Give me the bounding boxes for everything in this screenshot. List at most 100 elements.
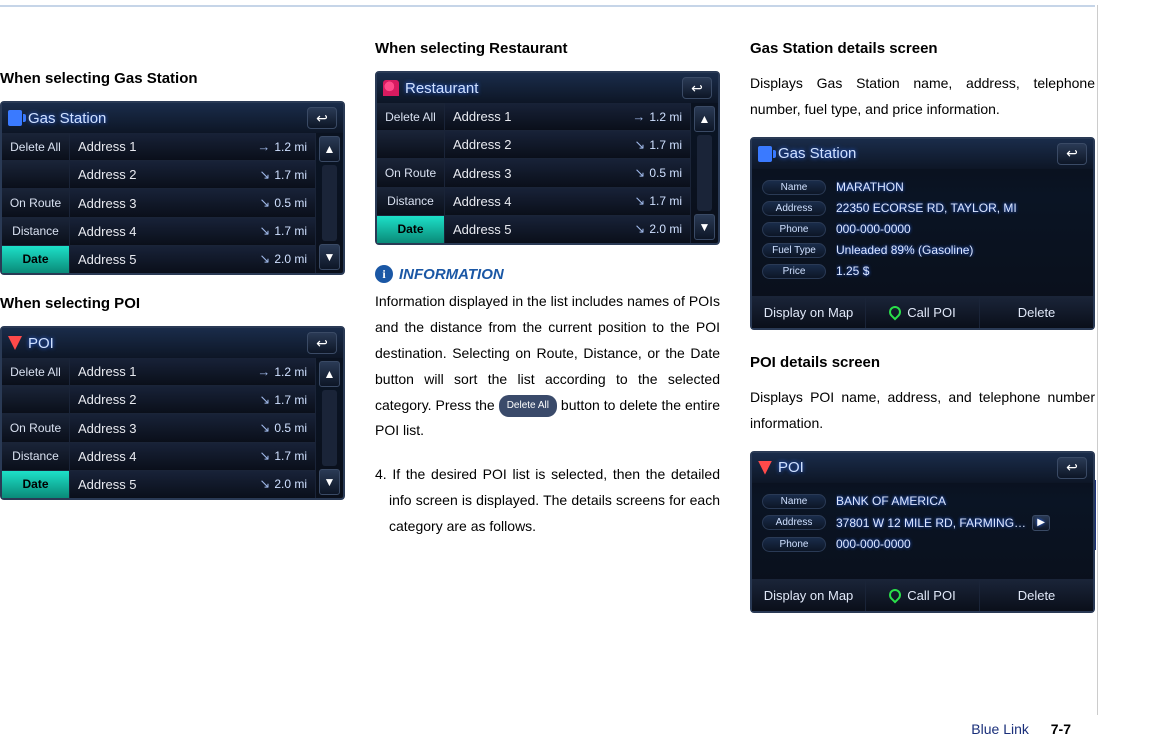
field-label: Price [762,264,826,279]
direction-arrow-icon: ↘ [259,476,270,492]
scroll-down-button[interactable]: ▼ [319,469,340,495]
list-item[interactable]: Address 2↘1.7 mi [70,161,315,189]
sort-button-distance[interactable]: Distance [377,188,444,216]
list-item[interactable]: Address 1→1.2 mi [70,133,315,161]
detail-field: NameMARATHON [762,177,1083,198]
action-call-poi[interactable]: Call POI [866,297,980,328]
direction-arrow-icon: → [257,139,270,154]
field-label: Address [762,201,826,216]
field-value: 22350 ECORSE RD, TAYLOR, MI [836,201,1017,215]
list-item-distance: ↘1.7 mi [259,223,307,239]
list-item[interactable]: Address 3↘0.5 mi [70,414,315,442]
sort-button-delete-all[interactable]: Delete All [2,133,69,161]
field-value: BANK OF AMERICA [836,494,946,508]
scroll-up-button[interactable]: ▲ [694,106,715,132]
detail-field: Address 22350 ECORSE RD, TAYLOR, MI [762,198,1083,219]
sort-button-blank [377,131,444,159]
gas-icon [8,110,22,126]
list-item[interactable]: Address 5 ↘2.0 mi [445,216,690,243]
detail-field: Phone 000-000-0000 [762,534,1083,555]
list-item[interactable]: Address 2↘1.7 mi [70,386,315,414]
list-item-distance: ↘2.0 mi [634,221,682,237]
list-item-distance: ↘1.7 mi [259,448,307,464]
delete-all-pill[interactable]: Delete All [499,395,557,418]
step-4-text: 4. If the desired POI list is selected, … [375,462,720,540]
list-item[interactable]: Address 5 ↘2.0 mi [70,471,315,498]
field-label: Name [762,494,826,509]
back-button[interactable]: ↩ [682,77,712,99]
sort-button-date[interactable]: Date [2,246,69,273]
page-footer: Blue Link 7-7 [971,721,1071,737]
list-item-name: Address 5 [453,222,512,237]
field-value: Unleaded 89% (Gasoline) [836,243,973,257]
list-item[interactable]: Address 3 ↘0.5 mi [70,189,315,217]
list-item[interactable]: Address 1→1.2 mi [445,103,690,131]
sort-button-distance[interactable]: Distance [2,218,69,246]
action-delete[interactable]: Delete [980,580,1093,611]
list-item[interactable]: Address 4↘1.7 mi [70,443,315,471]
list-item-name: Address 1 [78,139,137,154]
list-item[interactable]: Address 2↘1.7 mi [445,131,690,159]
list-item-distance: ↘0.5 mi [259,420,307,436]
back-button[interactable]: ↩ [307,332,337,354]
sort-button-delete-all[interactable]: Delete All [2,358,69,386]
field-value: 000-000-0000 [836,537,911,551]
sort-button-blank [2,386,69,414]
scroll-down-button[interactable]: ▼ [694,214,715,240]
list-item[interactable]: Address 5↘2.0 mi [70,246,315,273]
sort-button-distance[interactable]: Distance [2,443,69,471]
sort-button-blank [2,161,69,189]
direction-arrow-icon: ↘ [259,223,270,239]
sort-button-date[interactable]: Date [377,216,444,243]
scroll-track[interactable] [322,390,337,466]
list-item[interactable]: Address 4↘1.7 mi [445,188,690,216]
detail-field: Phone000-000-0000 [762,219,1083,240]
list-item-name: Address 5 [78,477,137,492]
direction-arrow-icon: ↘ [259,167,270,183]
list-item[interactable]: Address 4↘1.7 mi [70,218,315,246]
back-button[interactable]: ↩ [1057,457,1087,479]
scroll-up-button[interactable]: ▲ [319,361,340,387]
list-item-distance: ↘2.0 mi [259,476,307,492]
list-item-distance: ↘1.7 mi [634,193,682,209]
restaurant-icon [383,80,399,96]
back-button[interactable]: ↩ [1057,143,1087,165]
list-item-distance: ↘1.7 mi [634,137,682,153]
side-rule [1097,5,1098,715]
direction-arrow-icon: → [632,109,645,124]
heading-restaurant: When selecting Restaurant [375,40,720,57]
paragraph-gas-details: Displays Gas Station name, address, tele… [750,71,1095,123]
scroll-up-button[interactable]: ▲ [319,136,340,162]
scroll-down-button[interactable]: ▼ [319,244,340,270]
list-item-distance: →1.2 mi [257,364,307,379]
screen-gas-list: Gas Station ↩ Delete AllOn RouteDistance… [0,101,345,275]
sort-button-on-route[interactable]: On Route [377,159,444,187]
sort-button-on-route[interactable]: On Route [2,414,69,442]
heading-gas: When selecting Gas Station [0,70,345,87]
action-display-on-map[interactable]: Display on Map [752,297,866,328]
list-item-name: Address 3 [78,196,137,211]
sort-button-date[interactable]: Date [2,471,69,498]
list-item[interactable]: Address 3↘0.5 mi [445,159,690,187]
sort-button-on-route[interactable]: On Route [2,189,69,217]
back-button[interactable]: ↩ [307,107,337,129]
field-label: Phone [762,537,826,552]
sort-button-delete-all[interactable]: Delete All [377,103,444,131]
action-display-on-map[interactable]: Display on Map [752,580,866,611]
direction-arrow-icon: ↘ [259,448,270,464]
action-delete[interactable]: Delete [980,297,1093,328]
direction-arrow-icon: ↘ [634,193,645,209]
screen-poi-list: POI ↩ Delete AllOn RouteDistanceDateAddr… [0,326,345,500]
direction-arrow-icon: ↘ [634,221,645,237]
action-call-poi[interactable]: Call POI [866,580,980,611]
list-item-distance: ↘0.5 mi [259,195,307,211]
scroll-track[interactable] [697,135,712,211]
field-value: 37801 W 12 MILE RD, FARMING… [836,516,1026,530]
more-button[interactable]: ▶ [1032,515,1050,531]
list-item[interactable]: Address 1→1.2 mi [70,358,315,386]
phone-icon [887,304,904,321]
phone-icon [887,587,904,604]
detail-field: Address37801 W 12 MILE RD, FARMING…▶ [762,512,1083,534]
field-label: Fuel Type [762,243,826,258]
scroll-track[interactable] [322,165,337,241]
